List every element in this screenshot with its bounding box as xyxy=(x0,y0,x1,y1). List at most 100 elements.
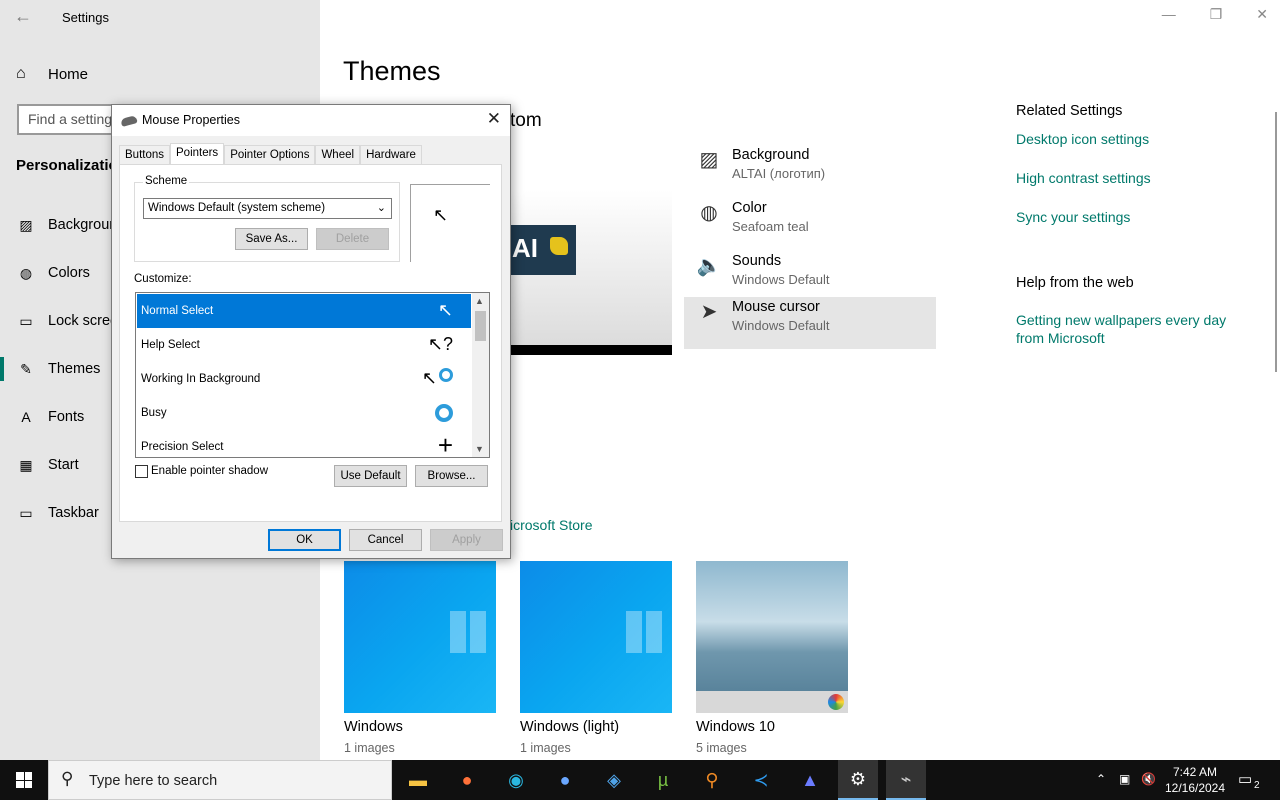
mouse-properties-dialog: Mouse Properties ✕ Buttons Pointers Poin… xyxy=(111,104,511,559)
preview-logo-square xyxy=(550,237,568,255)
chevron-up-icon[interactable]: ⌃ xyxy=(1096,772,1106,800)
high-contrast-settings-link[interactable]: High contrast settings xyxy=(1016,169,1246,187)
tab-buttons[interactable]: Buttons xyxy=(119,145,170,165)
search-app-icon[interactable]: ⚲ xyxy=(692,764,732,796)
nav-home-label: Home xyxy=(48,65,89,83)
image-icon: ▨ xyxy=(19,216,33,233)
vscode-icon[interactable]: ≺ xyxy=(741,764,781,796)
sidebar-item-themes[interactable]: ✎ Themes xyxy=(16,355,100,383)
apply-button[interactable]: Apply xyxy=(430,529,503,551)
taskbar: ⚲ Type here to search ▬ ● ◉ ● ◈ µ ⚲ ≺ ▲ … xyxy=(0,760,1280,800)
theme-name: Windows xyxy=(344,719,403,735)
pointer-shadow-label: Enable pointer shadow xyxy=(151,465,268,477)
theme-thumb-windows[interactable] xyxy=(344,561,496,713)
firefox-icon[interactable]: ● xyxy=(447,764,487,796)
settings-icon[interactable]: ⚙ xyxy=(838,760,878,800)
list-item[interactable]: Working In Background ↖ xyxy=(137,362,471,396)
page-title: Themes xyxy=(343,56,441,86)
theme-prop-color[interactable]: ◍ Color Seafoam teal xyxy=(696,198,948,250)
app-icon[interactable]: ▲ xyxy=(790,764,830,796)
help-heading: Help from the web xyxy=(1016,275,1134,291)
cancel-button[interactable]: Cancel xyxy=(349,529,422,551)
desktop-icon-settings-link[interactable]: Desktop icon settings xyxy=(1016,130,1246,148)
cursor-name: Working In Background xyxy=(141,373,261,385)
sidebar-item-start[interactable]: ▦ Start xyxy=(16,451,78,479)
tab-hardware[interactable]: Hardware xyxy=(360,145,422,165)
windows-logo-icon xyxy=(16,772,32,788)
sidebar-item-fonts[interactable]: A Fonts xyxy=(16,403,84,431)
scheme-select[interactable]: Windows Default (system scheme) ⌄ xyxy=(143,198,392,219)
main-scrollbar[interactable] xyxy=(1275,112,1277,372)
volume-muted-icon[interactable]: 🔇 xyxy=(1141,772,1156,800)
wallpapers-help-link[interactable]: Getting new wallpapers every day from Mi… xyxy=(1016,311,1246,347)
windows-logo-icon xyxy=(450,611,486,653)
dialog-tabs: Buttons Pointers Pointer Options Wheel H… xyxy=(119,143,422,165)
taskbar-search-placeholder: Type here to search xyxy=(89,773,218,789)
sidebar-item-colors[interactable]: ◍ Colors xyxy=(16,259,90,287)
utorrent-icon[interactable]: µ xyxy=(643,764,683,796)
theme-thumb-windows-10[interactable] xyxy=(696,561,848,713)
tab-pointer-options[interactable]: Pointer Options xyxy=(224,145,316,165)
sidebar-item-label: Fonts xyxy=(48,409,85,425)
list-item[interactable]: Normal Select ↖ xyxy=(137,294,471,328)
customize-label: Customize: xyxy=(134,273,192,285)
scroll-down-icon[interactable]: ▼ xyxy=(475,444,484,454)
get-more-themes-link[interactable]: icrosoft Store xyxy=(510,517,592,533)
restore-icon[interactable]: ❐ xyxy=(1210,6,1223,23)
cursor-name: Precision Select xyxy=(141,441,224,453)
cursor-list-scrollbar[interactable]: ▲ ▼ xyxy=(472,293,489,457)
sidebar-item-background[interactable]: ▨ Background xyxy=(16,211,125,239)
theme-thumb-bar xyxy=(696,691,848,713)
save-as-button[interactable]: Save As... xyxy=(235,228,308,250)
list-item[interactable]: Help Select ↖? xyxy=(137,328,471,362)
sidebar-item-lock-screen[interactable]: ▭ Lock screen xyxy=(16,307,126,335)
network-icon[interactable]: ▣ xyxy=(1119,772,1130,800)
globe-icon[interactable]: ● xyxy=(545,764,585,796)
sidebar-item-taskbar[interactable]: ▭ Taskbar xyxy=(16,499,99,527)
use-default-button[interactable]: Use Default xyxy=(334,465,407,487)
theme-prop-value: ALTAI (логотип) xyxy=(732,166,826,181)
theme-thumb-windows-light[interactable] xyxy=(520,561,672,713)
delete-button[interactable]: Delete xyxy=(316,228,389,250)
pointer-shadow-checkbox[interactable] xyxy=(135,465,148,478)
pointer-preview: ↖ xyxy=(410,184,490,262)
cursor-name: Normal Select xyxy=(141,305,214,317)
ok-button[interactable]: OK xyxy=(268,529,341,551)
speaker-icon: 🔈 xyxy=(696,255,722,277)
mouse-app-icon[interactable]: ⌁ xyxy=(886,760,926,800)
theme-prop-background[interactable]: ▨ Background ALTAI (логотип) xyxy=(696,145,948,197)
start-button[interactable] xyxy=(0,760,48,800)
arrow-cursor-icon: ↖ xyxy=(433,205,449,225)
theme-image-count: 5 images xyxy=(696,741,747,755)
taskbar-clock[interactable]: 7:42 AM 12/16/2024 xyxy=(1160,764,1230,796)
cursor-icon: ➤ xyxy=(700,301,718,323)
list-item[interactable]: Busy xyxy=(137,396,471,430)
crosshair-icon: + xyxy=(437,430,453,458)
scroll-up-icon[interactable]: ▲ xyxy=(475,296,484,306)
theme-image-count: 1 images xyxy=(520,741,571,755)
edge-icon[interactable]: ◉ xyxy=(496,764,536,796)
minimize-icon[interactable]: — xyxy=(1162,6,1176,23)
tab-wheel[interactable]: Wheel xyxy=(315,145,361,165)
notification-icon[interactable]: ▭ xyxy=(1238,770,1252,800)
theme-preview: AI xyxy=(510,190,672,355)
palette-icon: ◍ xyxy=(700,202,718,224)
file-explorer-icon[interactable]: ▬ xyxy=(398,764,438,796)
back-arrow-icon[interactable]: ← xyxy=(14,6,32,27)
theme-prop-sounds[interactable]: 🔈 Sounds Windows Default xyxy=(696,251,948,303)
sync-settings-link[interactable]: Sync your settings xyxy=(1016,208,1246,226)
close-icon[interactable]: ✕ xyxy=(1256,6,1268,23)
tab-pointers[interactable]: Pointers xyxy=(170,143,225,165)
theme-prop-mouse-cursor[interactable]: ➤ Mouse cursor Windows Default xyxy=(684,297,936,349)
taskbar-search-input[interactable]: ⚲ Type here to search xyxy=(48,760,392,800)
nav-home[interactable]: ⌂ Home xyxy=(16,62,88,86)
browse-button[interactable]: Browse... xyxy=(415,465,488,487)
list-item[interactable]: Precision Select + xyxy=(137,430,471,458)
sidebar-item-label: Taskbar xyxy=(48,505,99,521)
sidebar-item-label: Colors xyxy=(48,265,90,281)
cursor-list[interactable]: Normal Select ↖ Help Select ↖? Working I… xyxy=(135,292,490,458)
dialog-close-icon[interactable]: ✕ xyxy=(487,109,501,129)
start-icon: ▦ xyxy=(19,456,33,473)
network-app-icon[interactable]: ◈ xyxy=(594,764,634,796)
scroll-thumb[interactable] xyxy=(475,311,486,341)
